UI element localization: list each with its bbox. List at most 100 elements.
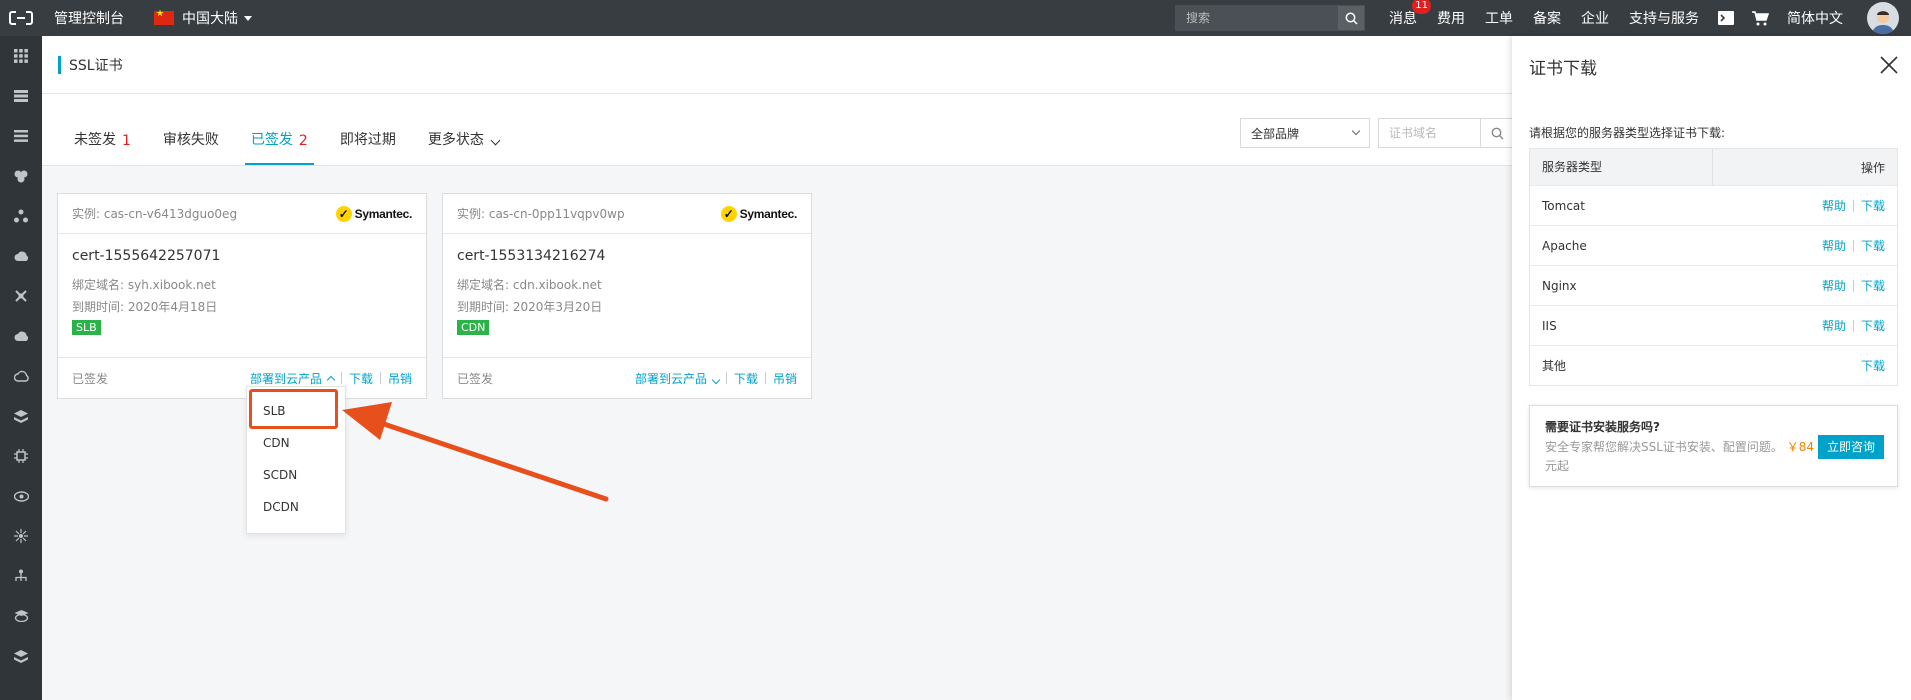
symantec-logo: ✓ Symantec. (335, 205, 413, 222)
brand-select[interactable]: 全部品牌 (1240, 118, 1370, 148)
card-actions: 部署到云产品 下载 吊销 (635, 370, 797, 387)
nav-fees[interactable]: 费用 (1427, 8, 1475, 28)
nav-icp[interactable]: 备案 (1523, 8, 1571, 28)
cert-name: cert-1553134216274 (457, 248, 606, 264)
tab-issued[interactable]: 已签发 2 (235, 121, 324, 165)
status-tabs: 未签发 1 审核失败 已签发 2 即将过期 更多状态 (58, 93, 515, 165)
download-link[interactable]: 下载 (349, 370, 373, 387)
nav-tickets[interactable]: 工单 (1475, 8, 1523, 28)
divider (764, 372, 766, 384)
layers-icon[interactable] (0, 396, 42, 436)
dropdown-item-scdn[interactable]: SCDN (247, 459, 345, 491)
cert-card: 实例: cas-cn-0pp11vqpv0wp ✓ Symantec. cert… (442, 193, 812, 399)
download-link[interactable]: 下载 (1861, 277, 1885, 294)
grid-icon[interactable] (0, 36, 42, 76)
cloud-upload-icon[interactable] (0, 236, 42, 276)
panel-title: 证书下载 (1529, 59, 1597, 79)
divider (725, 372, 727, 384)
tab-label: 审核失败 (162, 132, 219, 148)
nodes-icon[interactable] (0, 276, 42, 316)
region-label: 中国大陆 (182, 11, 238, 27)
cart-icon[interactable] (1743, 0, 1777, 36)
region-selector[interactable]: 中国大陆 (154, 8, 252, 28)
server-type: Nginx (1542, 278, 1577, 293)
hub-icon[interactable] (0, 516, 42, 556)
network-icon[interactable] (0, 196, 42, 236)
symantec-logo: ✓ Symantec. (720, 205, 797, 222)
promo-description: 安全专家帮您解决SSL证书安装、配置问题。 ￥84 元起 (1545, 438, 1815, 476)
left-sidebar (0, 36, 42, 700)
nav-enterprise[interactable]: 企业 (1571, 8, 1619, 28)
tab-label: 即将过期 (339, 132, 396, 148)
dropdown-item-dcdn[interactable]: DCDN (247, 491, 345, 523)
tab-more-status[interactable]: 更多状态 (412, 121, 515, 165)
chevron-down-icon (711, 375, 721, 384)
divider (1852, 199, 1854, 212)
download-link[interactable]: 下载 (1861, 237, 1885, 254)
aliyun-logo-icon[interactable] (0, 0, 42, 36)
slb-highlight-box (249, 389, 338, 429)
chevron-up-icon (326, 375, 336, 384)
card-body: cert-1555642257071 绑定域名: syh.xibook.net … (58, 234, 426, 358)
main-content: SSL证书 未签发 1 审核失败 已签发 2 即将过期 更多状态 全部品牌 证书… (42, 36, 1514, 700)
deploy-button[interactable]: 部署到云产品 (249, 370, 336, 387)
brand-name: Symantec. (354, 206, 413, 221)
help-link[interactable]: 帮助 (1822, 317, 1846, 334)
search-icon[interactable] (1480, 118, 1514, 148)
global-search-input[interactable] (1176, 6, 1338, 30)
deploy-label: 部署到云产品 (249, 371, 322, 386)
server-type-table: 服务器类型 操作 Tomcat 帮助 下载 Apache 帮助 下载 Nginx 帮… (1529, 148, 1898, 386)
cert-card: 实例: cas-cn-v6413dguo0eg ✓ Symantec. cert… (57, 193, 427, 399)
cloud-sync-icon[interactable] (0, 316, 42, 356)
tree-icon[interactable] (0, 556, 42, 596)
terminal-icon[interactable] (1709, 0, 1743, 36)
title-accent-bar (58, 55, 61, 74)
cert-status: 已签发 (457, 371, 494, 386)
tab-count: 2 (298, 133, 308, 149)
search-icon[interactable] (1338, 6, 1364, 30)
cert-domain-input[interactable] (1378, 118, 1480, 148)
help-link[interactable]: 帮助 (1822, 197, 1846, 214)
download-link[interactable]: 下载 (734, 370, 758, 387)
page-header: SSL证书 (42, 36, 1512, 94)
avatar[interactable] (1867, 2, 1899, 34)
consult-now-button[interactable]: 立即咨询 (1818, 435, 1884, 459)
shield-group-icon[interactable] (0, 156, 42, 196)
nav-support[interactable]: 支持与服务 (1619, 8, 1709, 28)
tab-expiring[interactable]: 即将过期 (324, 121, 412, 165)
download-link[interactable]: 下载 (1861, 197, 1885, 214)
console-link[interactable]: 管理控制台 (54, 8, 124, 28)
dropdown-item-cdn[interactable]: CDN (247, 427, 345, 459)
instance-id: 实例: cas-cn-v6413dguo0eg (72, 207, 238, 221)
tab-unissued[interactable]: 未签发 1 (58, 121, 147, 165)
card-actions: 部署到云产品 下载 吊销 (250, 370, 412, 387)
help-link[interactable]: 帮助 (1822, 237, 1846, 254)
revoke-link[interactable]: 吊销 (773, 370, 797, 387)
chevron-down-icon (490, 135, 501, 146)
divider (1852, 319, 1854, 332)
expire-date: 到期时间: 2020年4月18日 (72, 300, 218, 314)
layer-eye-icon[interactable] (0, 596, 42, 636)
download-link[interactable]: 下载 (1861, 317, 1885, 334)
revoke-link[interactable]: 吊销 (388, 370, 412, 387)
database-icon[interactable] (0, 116, 42, 156)
promo-title: 需要证书安装服务吗? (1545, 420, 1660, 434)
deploy-button[interactable]: 部署到云产品 (635, 370, 721, 387)
table-row: IIS 帮助 下载 (1530, 305, 1897, 345)
card-footer: 已签发 部署到云产品 下载 吊销 (58, 358, 426, 398)
tab-review-failed[interactable]: 审核失败 (147, 121, 235, 165)
eye-icon[interactable] (0, 476, 42, 516)
cloud-storage-icon[interactable] (0, 356, 42, 396)
server-type: 其他 (1542, 359, 1567, 373)
cert-status: 已签发 (72, 371, 109, 386)
stack-icon[interactable] (0, 636, 42, 676)
close-icon[interactable] (1878, 54, 1900, 76)
nav-messages[interactable]: 消息 11 (1379, 0, 1431, 28)
chip-icon[interactable] (0, 436, 42, 476)
download-link[interactable]: 下载 (1861, 357, 1885, 374)
table-row: Nginx 帮助 下载 (1530, 265, 1897, 305)
nav-language[interactable]: 简体中文 (1777, 8, 1853, 28)
help-link[interactable]: 帮助 (1822, 277, 1846, 294)
server-stack-icon[interactable] (0, 76, 42, 116)
col-action: 操作 (1860, 160, 1885, 175)
